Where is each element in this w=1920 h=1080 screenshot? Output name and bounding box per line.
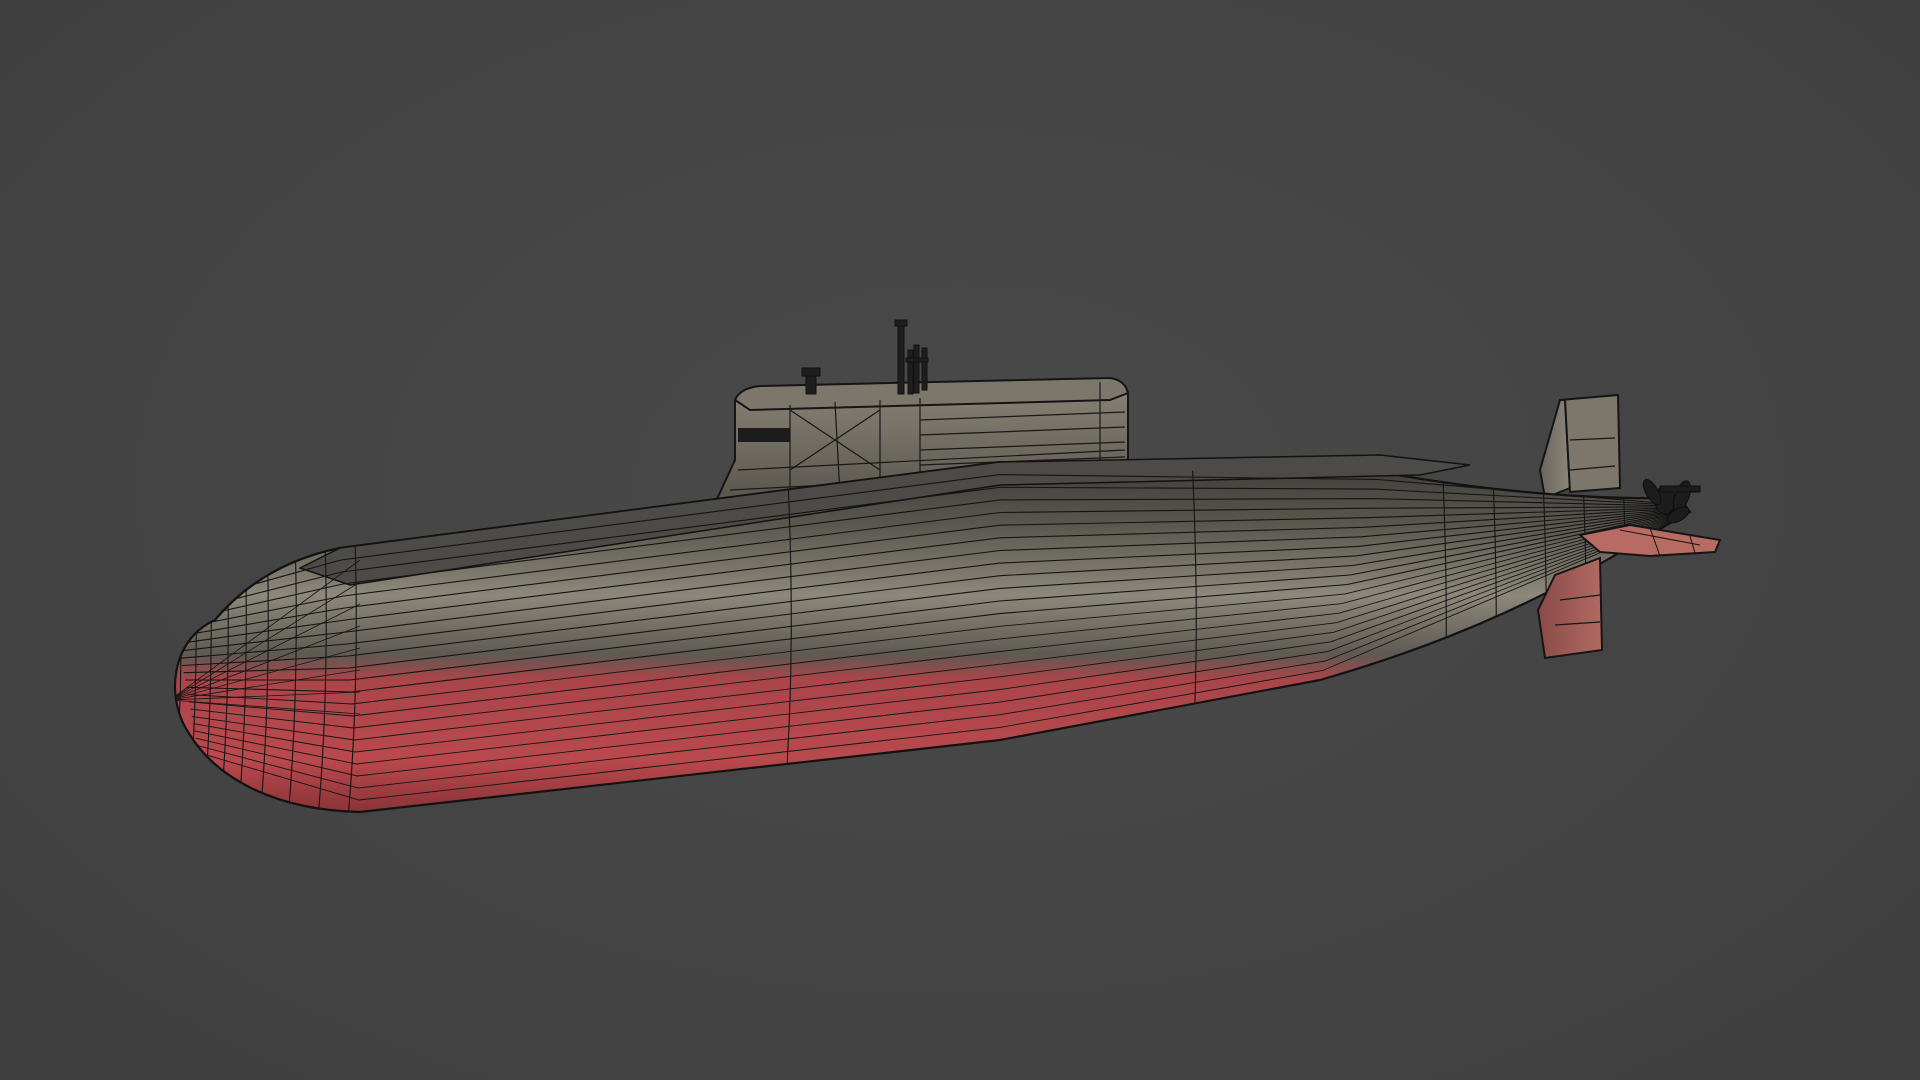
3d-viewport[interactable]	[0, 0, 1920, 1080]
hull-group	[173, 454, 1692, 814]
hull-ring-line	[1485, 462, 1497, 812]
tail-fins-back	[1538, 393, 1622, 500]
hull-ring-line	[175, 462, 182, 812]
sail-window	[738, 428, 790, 442]
submarine-model[interactable]	[0, 0, 1920, 1080]
hull-ring-line	[185, 462, 197, 812]
